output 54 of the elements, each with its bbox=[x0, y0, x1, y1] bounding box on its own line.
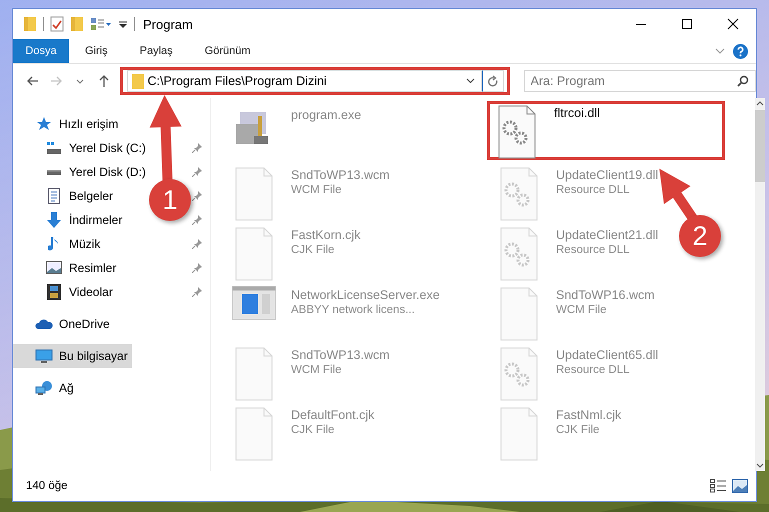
file-menu-button[interactable]: Dosya bbox=[13, 39, 69, 63]
nav-item[interactable]: Hızlı erişim bbox=[13, 112, 122, 136]
chevron-icon[interactable] bbox=[466, 78, 474, 84]
address-field[interactable]: C:\Program Files\Program Dizini bbox=[126, 70, 482, 92]
nav-item[interactable]: OneDrive bbox=[13, 312, 114, 336]
film-icon bbox=[47, 284, 61, 300]
star-icon bbox=[36, 116, 52, 132]
drive-icon bbox=[46, 141, 62, 155]
properties-icon[interactable] bbox=[90, 17, 112, 31]
ribbon-tab[interactable]: Paylaş bbox=[124, 39, 189, 63]
image-icon bbox=[46, 261, 62, 275]
help-icon[interactable] bbox=[733, 44, 748, 58]
ribbon-tab[interactable]: Görünüm bbox=[188, 39, 266, 63]
pin-icon[interactable] bbox=[192, 239, 202, 249]
up-icon[interactable] bbox=[98, 75, 109, 87]
details-view-icon[interactable] bbox=[710, 479, 726, 493]
pin-icon[interactable] bbox=[192, 191, 202, 201]
item-count: 140 öğe bbox=[26, 480, 68, 492]
refresh-icon[interactable] bbox=[486, 74, 498, 88]
app-window-icon bbox=[232, 286, 276, 320]
cloud-icon bbox=[35, 318, 53, 330]
pin-icon[interactable] bbox=[192, 287, 202, 297]
scrollbar[interactable] bbox=[755, 98, 765, 471]
back-icon[interactable] bbox=[26, 76, 39, 86]
refresh-button[interactable] bbox=[482, 70, 504, 92]
nav-item[interactable]: Ağ bbox=[13, 376, 78, 400]
nav-item[interactable]: Yerel Disk (C:) bbox=[13, 136, 150, 160]
pin-icon[interactable] bbox=[192, 143, 202, 153]
file-item[interactable]: fltrcoi.dll bbox=[487, 101, 725, 160]
music-note-icon bbox=[48, 236, 60, 252]
nav-item[interactable]: Yerel Disk (D:) bbox=[13, 160, 150, 184]
checklist-icon[interactable] bbox=[50, 16, 64, 32]
nav-item[interactable]: Videolar bbox=[13, 280, 117, 304]
search-field[interactable]: Ara: Program bbox=[524, 70, 756, 92]
folder-icon bbox=[132, 74, 144, 88]
nav-item[interactable]: Belgeler bbox=[13, 184, 118, 208]
nav-item[interactable]: Resimler bbox=[13, 256, 120, 280]
nav-item[interactable]: İndirmeler bbox=[13, 208, 126, 232]
network-icon bbox=[35, 380, 53, 396]
document-icon bbox=[47, 188, 61, 204]
download-icon bbox=[46, 212, 62, 228]
search-icon[interactable] bbox=[737, 75, 750, 87]
pin-icon[interactable] bbox=[192, 167, 202, 177]
drive-icon bbox=[47, 170, 61, 174]
nav-item[interactable]: Bu bilgisayar bbox=[13, 344, 132, 368]
monitor-icon bbox=[35, 348, 53, 364]
thumbnail-view-icon[interactable] bbox=[732, 479, 748, 493]
pin-icon[interactable] bbox=[192, 215, 202, 225]
ribbon-tab[interactable]: Giriş bbox=[69, 39, 124, 63]
nav-item[interactable]: Müzik bbox=[13, 232, 104, 256]
pin-icon[interactable] bbox=[192, 263, 202, 273]
scroll-thumb[interactable] bbox=[755, 110, 765, 182]
chevron-icon[interactable] bbox=[76, 78, 84, 84]
window-title: Program bbox=[143, 16, 193, 32]
